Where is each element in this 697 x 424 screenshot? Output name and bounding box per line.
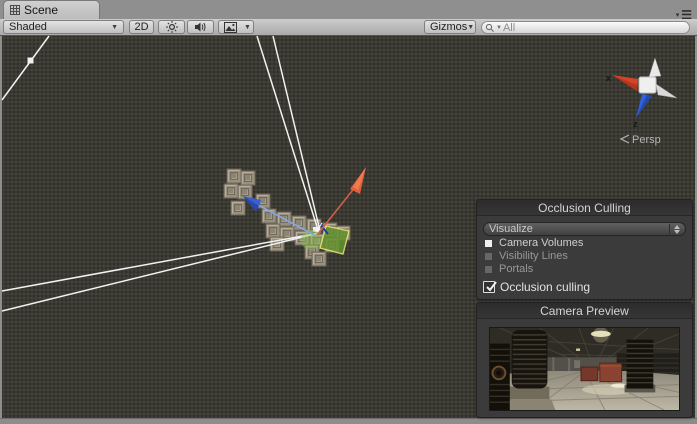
option-label: Camera Volumes: [499, 237, 584, 249]
gizmos-label: Gizmos: [430, 21, 468, 33]
shading-mode-dropdown[interactable]: Shaded ▼: [3, 20, 124, 34]
toggle-label: Occlusion culling: [500, 280, 591, 294]
swatch-checkbox: [485, 265, 492, 273]
chevron-down-icon: ▼: [244, 23, 251, 31]
window-bottom-edge: [0, 418, 697, 424]
chevron-down-icon: ▼: [496, 24, 502, 31]
scene-view-window: Scene ▾ ☰ Shaded ▼ 2D ▼ Gizmos ▼ ▼ All x…: [0, 0, 697, 424]
sun-icon: [165, 21, 178, 33]
effects-toggle-button[interactable]: [218, 20, 243, 34]
updown-arrows-icon: [674, 224, 680, 234]
checkmark-icon: [486, 281, 497, 292]
effects-dropdown-button[interactable]: ▼: [242, 20, 254, 34]
option-visibility-lines[interactable]: Visibility Lines: [485, 250, 686, 262]
visualize-dropdown-value: Visualize: [489, 223, 533, 235]
occlusion-panel-title: Occlusion Culling: [477, 200, 692, 216]
gizmos-dropdown[interactable]: Gizmos ▼: [424, 20, 476, 34]
occlusion-culling-toggle[interactable]: Occlusion culling: [483, 280, 686, 294]
option-portals[interactable]: Portals: [485, 263, 686, 275]
tab-scene[interactable]: Scene: [3, 0, 100, 19]
2d-toggle-button[interactable]: 2D: [129, 20, 154, 34]
option-label: Visibility Lines: [499, 250, 568, 262]
search-field[interactable]: ▼: [481, 21, 690, 34]
search-input[interactable]: [502, 21, 686, 34]
swatch-checkbox: [485, 239, 492, 247]
camera-preview-title: Camera Preview: [477, 303, 692, 319]
swatch-checkbox: [485, 252, 492, 260]
chevron-down-icon: ▼: [111, 23, 118, 31]
search-icon: [485, 23, 494, 32]
audio-toggle-button[interactable]: [187, 20, 214, 34]
visualize-dropdown[interactable]: Visualize: [483, 222, 686, 236]
speaker-icon: [195, 22, 206, 32]
grid-icon: [10, 5, 20, 15]
camera-preview-render: [489, 327, 680, 411]
image-icon: [224, 21, 237, 33]
option-camera-volumes[interactable]: Camera Volumes: [485, 237, 686, 249]
tab-strip: Scene ▾ ☰: [0, 0, 697, 22]
tab-title: Scene: [24, 3, 59, 17]
occlusion-culling-panel: Occlusion Culling Visualize Camera Volum…: [477, 200, 692, 299]
2d-label: 2D: [134, 21, 149, 33]
lighting-toggle-button[interactable]: [158, 20, 185, 34]
scene-toolbar: Shaded ▼ 2D ▼ Gizmos ▼ ▼ All: [0, 19, 697, 36]
checkbox-checked[interactable]: [483, 281, 497, 293]
camera-preview-image: [489, 327, 680, 411]
shading-mode-label: Shaded: [9, 21, 47, 33]
option-label: Portals: [499, 263, 534, 275]
chevron-down-icon: ▼: [467, 23, 475, 31]
chevron-down-icon: ▾: [675, 12, 681, 19]
camera-preview-panel: Camera Preview: [477, 303, 692, 417]
